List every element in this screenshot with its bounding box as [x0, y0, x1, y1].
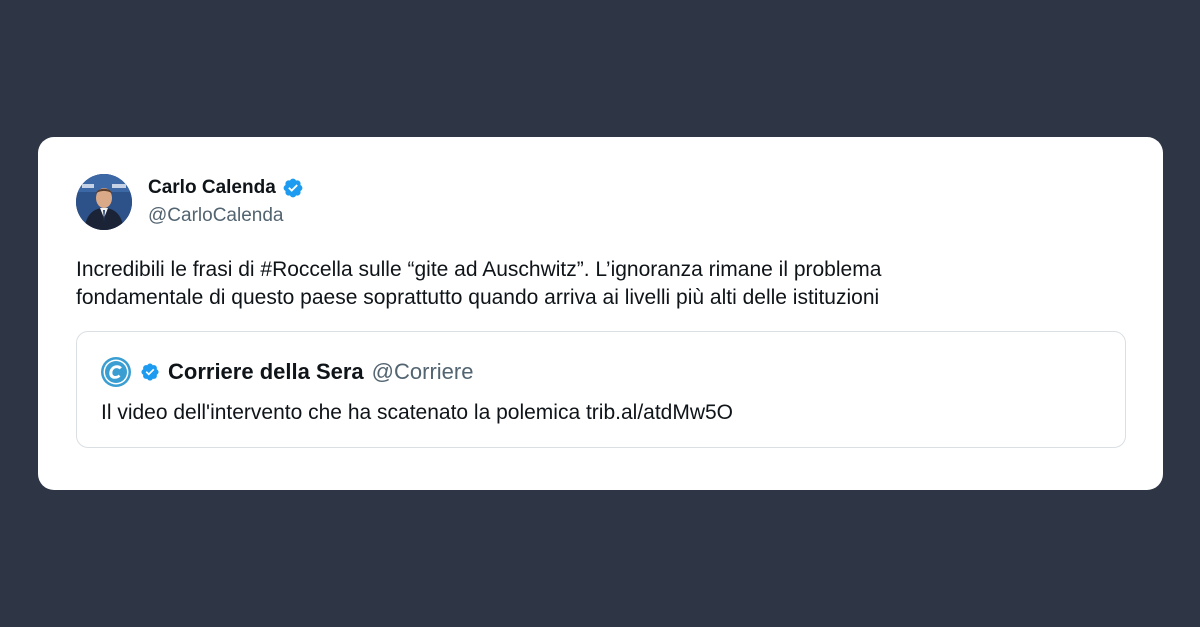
tweet-text: Incredibili le frasi di #Roccella sulle … — [76, 256, 1126, 312]
tweet-text-line: Incredibili le frasi di #Roccella sulle … — [76, 258, 882, 281]
author-name-row: Carlo Calenda — [148, 177, 304, 199]
tweet-card[interactable]: Carlo Calenda @CarloCalenda Incredibili … — [38, 137, 1163, 490]
quoted-tweet[interactable]: Corriere della Sera @Corriere Il video d… — [76, 331, 1126, 448]
corriere-logo-icon[interactable] — [100, 356, 132, 388]
author-handle[interactable]: @CarloCalenda — [148, 205, 283, 227]
tweet-text-line: fondamentale di questo paese soprattutto… — [76, 286, 880, 309]
quoted-author-name[interactable]: Corriere della Sera — [168, 359, 364, 385]
author-avatar[interactable] — [76, 174, 132, 230]
author-name[interactable]: Carlo Calenda — [148, 177, 276, 199]
avatar-photo — [76, 174, 132, 230]
quoted-author-handle[interactable]: @Corriere — [372, 359, 474, 385]
quoted-tweet-header: Corriere della Sera @Corriere — [100, 356, 473, 388]
verified-badge-icon — [140, 362, 160, 382]
quoted-tweet-text: Il video dell'intervento che ha scatenat… — [101, 401, 734, 424]
verified-badge-icon — [282, 177, 304, 199]
